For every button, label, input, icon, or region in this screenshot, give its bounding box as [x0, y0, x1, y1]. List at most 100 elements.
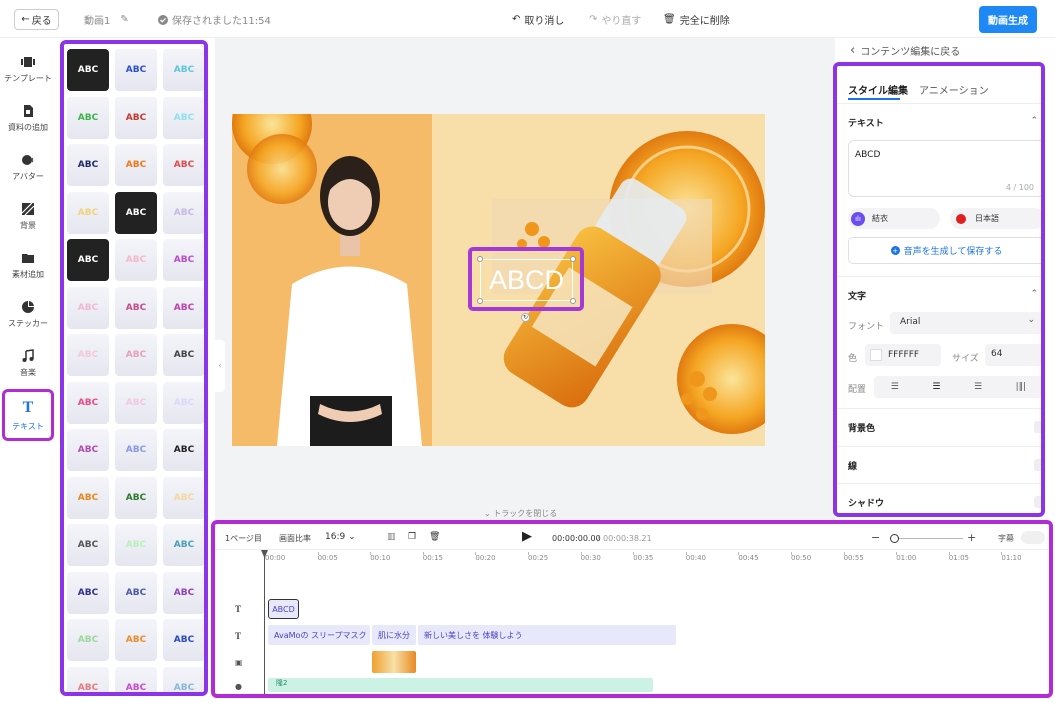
text-style-tile[interactable]: ABC: [67, 524, 109, 566]
collapse-panel-handle[interactable]: ‹: [215, 340, 225, 392]
text-style-tile[interactable]: ABC: [115, 144, 157, 186]
text-style-tile[interactable]: ABC: [115, 476, 157, 519]
text-style-tile[interactable]: ABC: [163, 571, 204, 614]
text-style-tile[interactable]: ABC: [115, 666, 157, 692]
avatar-clip[interactable]: 隆2: [268, 678, 653, 692]
text-clip[interactable]: 新しい美しさを 体験しよう: [418, 625, 676, 645]
bg-color-section[interactable]: 背景色: [848, 421, 1041, 434]
char-section-header[interactable]: 文字 ⌃: [848, 289, 1038, 302]
ratio-select[interactable]: 16:9 ⌄: [325, 532, 356, 542]
nav-document[interactable]: 資料の追加: [2, 95, 54, 141]
chevron-up-icon[interactable]: ⌃: [1030, 289, 1038, 299]
play-icon[interactable]: ▶: [522, 529, 532, 544]
text-style-tile[interactable]: ABC: [163, 381, 204, 424]
tab-style-edit[interactable]: スタイル編集: [848, 82, 908, 97]
delete-button[interactable]: 🗑 完全に削除: [663, 12, 730, 27]
text-style-tile[interactable]: ABC: [115, 429, 157, 471]
text-style-tile[interactable]: ABC: [67, 334, 109, 376]
align-center-icon[interactable]: ☰: [932, 382, 940, 392]
text-style-tile[interactable]: ABC: [115, 239, 157, 281]
text-style-tile[interactable]: ABC: [115, 191, 157, 234]
text-content-input[interactable]: ABCD 4 / 100: [848, 140, 1041, 197]
line-toggle[interactable]: [1034, 459, 1041, 471]
text-style-tile[interactable]: ABC: [67, 571, 109, 614]
text-clip[interactable]: 肌に水分: [372, 625, 416, 645]
text-style-tile[interactable]: ABC: [163, 239, 204, 281]
text-style-tile[interactable]: ABC: [67, 96, 109, 139]
text-style-tile[interactable]: ABC: [115, 286, 157, 329]
nav-text[interactable]: T テキスト: [2, 389, 54, 441]
text-style-tile[interactable]: ABC: [67, 144, 109, 186]
voice-select[interactable]: ılı 結衣: [848, 208, 940, 229]
align-justify-icon[interactable]: |‖|: [1016, 382, 1027, 392]
text-style-tile[interactable]: ABC: [115, 49, 157, 91]
generate-video-button[interactable]: 動画生成: [979, 6, 1037, 33]
image-clip[interactable]: [372, 651, 416, 673]
language-select[interactable]: 日本語: [950, 208, 1041, 229]
zoom-slider-handle[interactable]: [890, 534, 899, 543]
text-style-tile[interactable]: ABC: [115, 96, 157, 139]
text-style-tile[interactable]: ABC: [115, 524, 157, 566]
nav-template[interactable]: テンプレート: [2, 46, 54, 92]
zoom-out-icon[interactable]: −: [871, 531, 880, 544]
text-style-tile[interactable]: ABC: [163, 524, 204, 566]
playhead[interactable]: [264, 550, 265, 694]
text-style-tile[interactable]: ABC: [163, 144, 204, 186]
copy-icon[interactable]: ❐: [408, 532, 416, 542]
text-style-tile[interactable]: ABC: [115, 334, 157, 376]
nav-avatar[interactable]: アバター: [2, 144, 54, 190]
text-style-tile[interactable]: ABC: [67, 239, 109, 281]
line-section[interactable]: 線: [848, 459, 1041, 472]
zoom-in-icon[interactable]: +: [967, 531, 976, 544]
color-input[interactable]: FFFFFF: [865, 344, 941, 366]
text-style-tile[interactable]: ABC: [67, 49, 109, 91]
text-style-tile[interactable]: ABC: [115, 619, 157, 661]
subtitle-toggle[interactable]: [1021, 531, 1045, 544]
text-style-tile[interactable]: ABC: [67, 476, 109, 519]
size-input[interactable]: 64: [985, 344, 1041, 366]
text-section-header[interactable]: テキスト ⌃: [848, 116, 1038, 129]
rotate-icon[interactable]: ↻: [521, 313, 530, 322]
text-style-tile[interactable]: ABC: [163, 429, 204, 471]
text-style-tile[interactable]: ABC: [163, 619, 204, 661]
back-button[interactable]: ← 戻る: [14, 9, 59, 30]
tab-animation[interactable]: アニメーション: [919, 82, 989, 97]
text-style-tile[interactable]: ABC: [67, 381, 109, 424]
text-style-tile[interactable]: ABC: [163, 191, 204, 234]
text-style-tile[interactable]: ABC: [67, 619, 109, 661]
text-style-tile[interactable]: ABC: [163, 476, 204, 519]
text-style-tile[interactable]: ABC: [163, 666, 204, 692]
back-to-content-edit[interactable]: ‹ コンテンツ編集に戻る: [838, 38, 1055, 62]
align-right-icon[interactable]: ☰: [974, 382, 982, 392]
resize-handle-br[interactable]: [570, 298, 576, 304]
text-style-tile[interactable]: ABC: [115, 381, 157, 424]
nav-music[interactable]: 音楽: [2, 340, 54, 386]
redo-button[interactable]: ↷ やり直す: [589, 12, 641, 27]
text-style-tile[interactable]: ABC: [163, 49, 204, 91]
undo-button[interactable]: ↶ 取り消し: [512, 12, 564, 27]
edit-pencil-icon[interactable]: ✎: [120, 14, 128, 25]
zoom-slider-track[interactable]: [893, 538, 963, 539]
text-clip-selected[interactable]: ABCD: [268, 599, 299, 619]
split-icon[interactable]: ▥: [387, 532, 396, 542]
trash-icon[interactable]: 🗑: [429, 532, 440, 542]
generate-voice-button[interactable]: + 音声を生成して保存する: [848, 237, 1041, 264]
resize-handle-bl[interactable]: [477, 298, 483, 304]
close-track-toggle[interactable]: ⌄ トラックを閉じる: [484, 508, 557, 519]
font-select[interactable]: Arial ⌄: [890, 312, 1041, 334]
text-style-tile[interactable]: ABC: [67, 191, 109, 234]
nav-material[interactable]: 素材追加: [2, 242, 54, 288]
bg-color-toggle[interactable]: [1034, 421, 1041, 433]
text-style-tile[interactable]: ABC: [67, 429, 109, 471]
time-ruler[interactable]: 00:00 00:05 00:10 00:15 00:20 00:25 00:30 00:35…: [265, 550, 1045, 566]
text-style-tile[interactable]: ABC: [67, 666, 109, 692]
nav-background[interactable]: 背景: [2, 193, 54, 239]
text-style-tile[interactable]: ABC: [163, 334, 204, 376]
text-style-tile[interactable]: ABC: [163, 286, 204, 329]
text-style-tile[interactable]: ABC: [115, 571, 157, 614]
canvas-text-element[interactable]: ABCD: [480, 259, 573, 301]
nav-sticker[interactable]: ステッカー: [2, 291, 54, 337]
resize-handle-tl[interactable]: [477, 256, 483, 262]
chevron-up-icon[interactable]: ⌃: [1030, 116, 1038, 126]
text-clip[interactable]: AvaMoの スリープマスク: [268, 625, 370, 645]
